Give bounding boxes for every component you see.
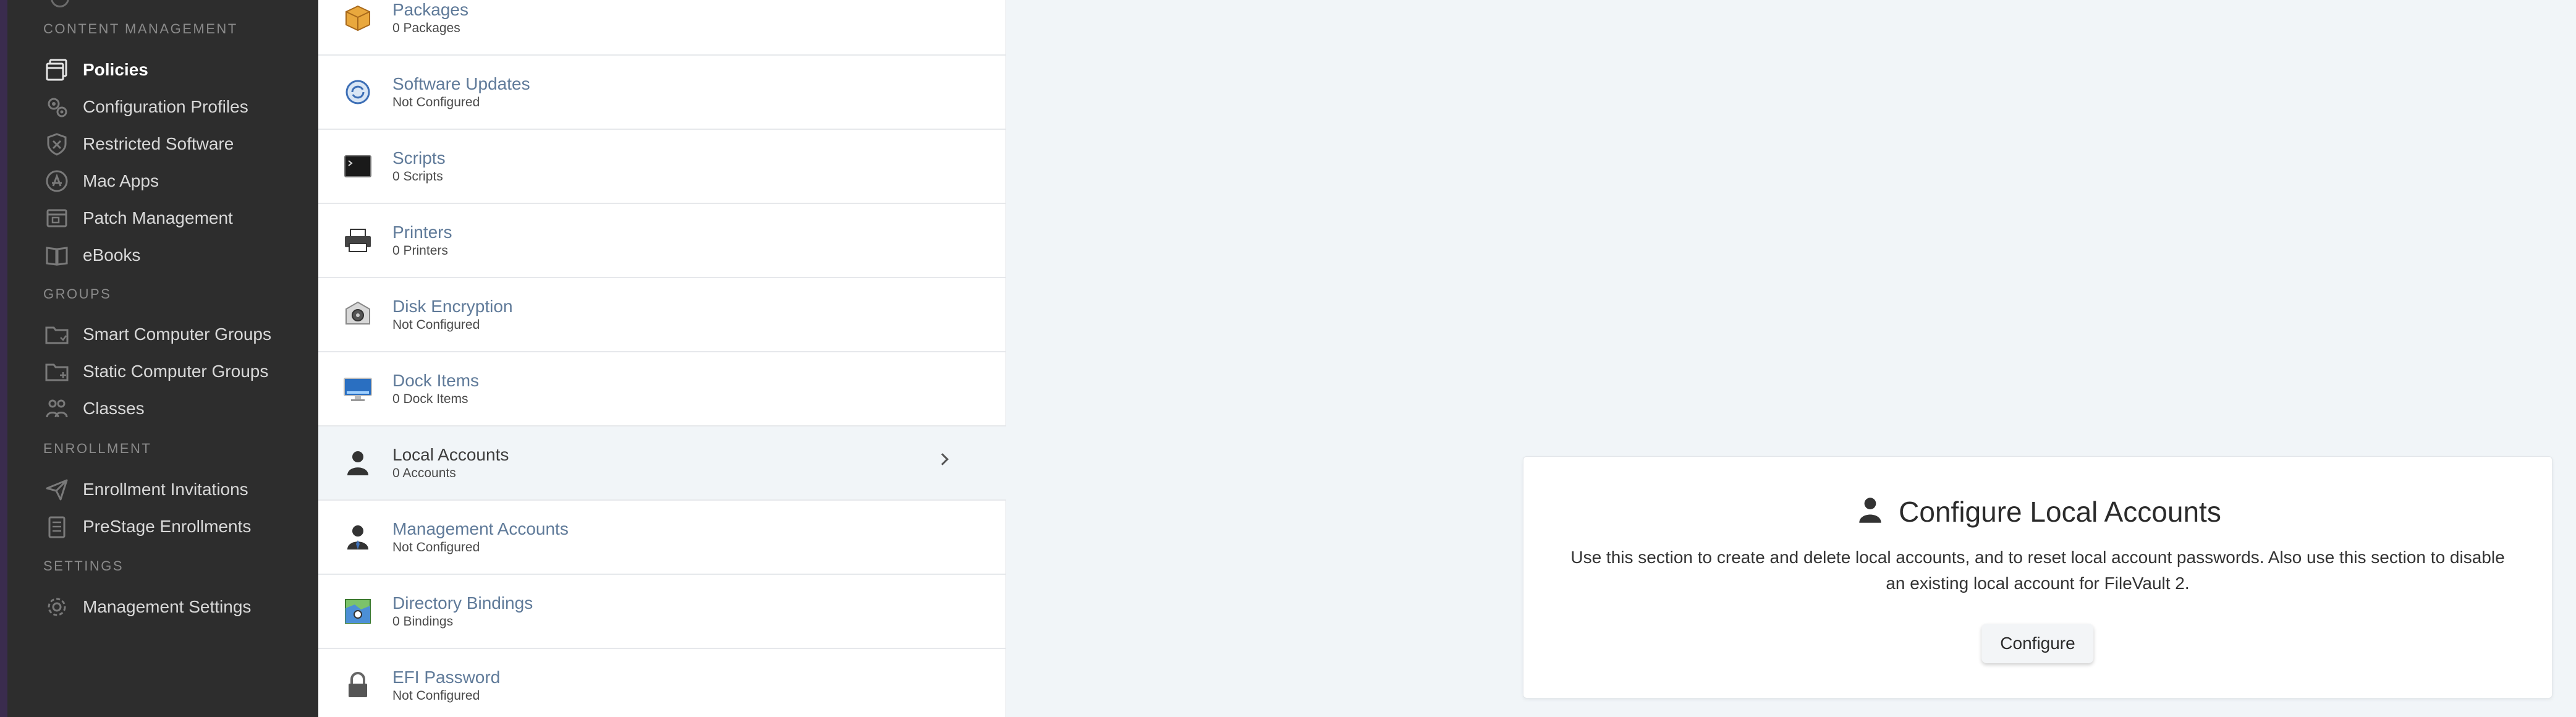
sidebar-item-label: Static Computer Groups: [83, 362, 269, 381]
list-row-packages[interactable]: Packages 0 Packages: [318, 0, 1006, 56]
sidebar-item-label: Configuration Profiles: [83, 97, 248, 116]
sidebar-item-label: Classes: [83, 399, 145, 418]
sidebar-item-static-computer-groups[interactable]: Static Computer Groups: [43, 355, 315, 388]
sidebar-item-label: Restricted Software: [83, 134, 234, 153]
user-icon: [338, 443, 378, 483]
sidebar-item-policies[interactable]: Policies: [43, 53, 315, 87]
list-row-title: Local Accounts: [392, 445, 509, 464]
sidebar-item-patch-management[interactable]: Patch Management: [43, 202, 315, 235]
list-row-title: Printers: [392, 223, 452, 242]
list-row-subtitle: 0 Bindings: [392, 614, 454, 629]
sidebar-item-label: PreStage Enrollments: [83, 517, 252, 536]
sidebar-item-configuration-profiles[interactable]: Configuration Profiles: [43, 90, 315, 124]
gears-icon: [43, 93, 70, 121]
list-row-subtitle: 0 Packages: [392, 21, 460, 35]
list-row-subtitle: 0 Accounts: [392, 466, 456, 480]
list-row-management-accounts[interactable]: Management Accounts Not Configured: [318, 501, 1006, 575]
sidebar-item-smart-computer-groups[interactable]: Smart Computer Groups: [43, 318, 315, 351]
sidebar-item-prestage-enrollments[interactable]: PreStage Enrollments: [43, 510, 315, 543]
sidebar-item-management-settings[interactable]: Management Settings: [43, 590, 315, 624]
sidebar-item-label: Policies: [83, 60, 148, 79]
configure-button[interactable]: Configure: [1981, 624, 2094, 663]
sidebar-item-label: Enrollment Invitations: [83, 480, 248, 499]
section-heading-settings: Settings: [43, 558, 124, 574]
app-store-icon: [43, 168, 70, 195]
static-folder-icon: [43, 358, 70, 385]
sidebar-item-label: Management Settings: [83, 597, 252, 616]
clipboard-list-icon: [43, 513, 70, 540]
lock-icon: [338, 666, 378, 705]
list-row-title: Disk Encryption: [392, 297, 513, 316]
shield-x-icon: [43, 130, 70, 158]
sidebar-item-label: eBooks: [83, 245, 141, 265]
patch-icon: [43, 205, 70, 232]
partial-icon: [51, 0, 69, 7]
sidebar-item-enrollment-invitations[interactable]: Enrollment Invitations: [43, 473, 315, 506]
filevault-icon: [338, 295, 378, 334]
list-row-title: Management Accounts: [392, 519, 569, 538]
section-heading-enrollment: Enrollment: [43, 441, 152, 456]
payload-list: Packages 0 Packages Software Updates Not…: [318, 0, 1006, 717]
book-icon: [43, 242, 70, 269]
software-update-icon: [338, 72, 378, 112]
list-row-dock-items[interactable]: Dock Items 0 Dock Items: [318, 352, 1006, 426]
list-row-title: EFI Password: [392, 668, 501, 687]
list-row-title: Directory Bindings: [392, 593, 533, 613]
section-heading-groups: Groups: [43, 286, 112, 302]
list-row-subtitle: Not Configured: [392, 540, 480, 554]
package-icon: [338, 0, 378, 38]
card-title: Configure Local Accounts: [1899, 495, 2221, 528]
sidebar: Content Management Policies Configuratio…: [0, 0, 318, 717]
list-row-subtitle: 0 Dock Items: [392, 392, 468, 406]
terminal-icon: [338, 146, 378, 186]
list-row-local-accounts[interactable]: Local Accounts 0 Accounts: [318, 426, 1006, 501]
sidebar-item-classes[interactable]: Classes: [43, 392, 315, 425]
printer-icon: [338, 221, 378, 260]
chevron-right-icon: [936, 453, 949, 465]
list-row-subtitle: Not Configured: [392, 95, 480, 109]
sidebar-item-mac-apps[interactable]: Mac Apps: [43, 164, 315, 198]
list-row-subtitle: 0 Scripts: [392, 169, 443, 184]
card-description: Use this section to create and delete lo…: [1570, 548, 2505, 593]
user-icon: [1854, 494, 1886, 529]
sidebar-item-restricted-software[interactable]: Restricted Software: [43, 127, 315, 161]
list-row-subtitle: Not Configured: [392, 318, 480, 332]
people-icon: [43, 395, 70, 422]
directory-map-icon: [338, 592, 378, 631]
sidebar-item-label: Mac Apps: [83, 171, 159, 190]
list-row-disk-encryption[interactable]: Disk Encryption Not Configured: [318, 278, 1006, 352]
list-row-title: Software Updates: [392, 74, 530, 93]
admin-user-icon: [338, 517, 378, 557]
smart-folder-icon: [43, 321, 70, 348]
list-row-subtitle: Not Configured: [392, 689, 480, 703]
paper-plane-icon: [43, 476, 70, 503]
policies-icon: [43, 56, 70, 83]
section-heading-content-management: Content Management: [43, 21, 238, 36]
list-row-subtitle: 0 Printers: [392, 244, 448, 258]
configure-card: Configure Local Accounts Use this sectio…: [1523, 456, 2553, 698]
list-row-title: Packages: [392, 0, 468, 19]
card-header: Configure Local Accounts: [1523, 494, 2552, 529]
sidebar-item-label: Patch Management: [83, 208, 233, 227]
list-row-printers[interactable]: Printers 0 Printers: [318, 204, 1006, 278]
gear-icon: [43, 593, 70, 621]
list-row-software-updates[interactable]: Software Updates Not Configured: [318, 56, 1006, 130]
list-row-scripts[interactable]: Scripts 0 Scripts: [318, 130, 1006, 204]
monitor-icon: [338, 369, 378, 409]
list-row-directory-bindings[interactable]: Directory Bindings 0 Bindings: [318, 575, 1006, 649]
list-row-title: Scripts: [392, 148, 446, 168]
list-row-title: Dock Items: [392, 371, 480, 390]
sidebar-item-ebooks[interactable]: eBooks: [43, 239, 315, 272]
sidebar-item-label: Smart Computer Groups: [83, 325, 271, 344]
list-row-efi-password[interactable]: EFI Password Not Configured: [318, 649, 1006, 717]
